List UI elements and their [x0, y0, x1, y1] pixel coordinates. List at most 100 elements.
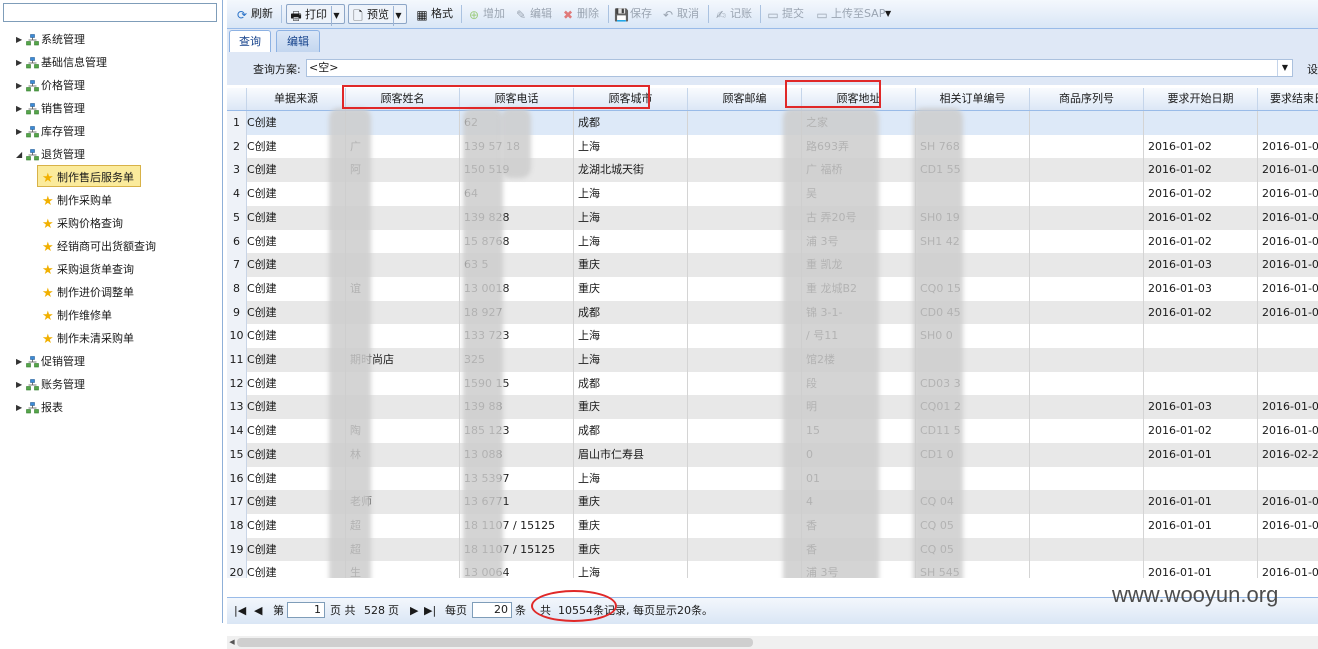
horizontal-scrollbar[interactable]: ◀: [227, 636, 1318, 649]
scrollbar-thumb[interactable]: [237, 638, 753, 647]
table-row[interactable]: 9C创建18 927成都锦 3-1-CD0 452016-01-022016-0…: [227, 300, 1318, 325]
next-page-icon[interactable]: ▶: [410, 604, 418, 618]
table-row[interactable]: 4C创建64上海吴2016-01-022016-01-03: [227, 182, 1318, 207]
collapsed-arrow-icon[interactable]: ▶: [16, 122, 24, 142]
table-cell: 2016-01-05: [1258, 135, 1318, 159]
table-row[interactable]: 12C创建1590 15成都段CD03 3: [227, 371, 1318, 396]
preview-button[interactable]: 🗋 预览 ▼: [348, 4, 407, 26]
query-scheme-select[interactable]: <空> ▼: [306, 59, 1293, 77]
table-row[interactable]: 16C创建13 5397上海01: [227, 466, 1318, 491]
chevron-down-icon[interactable]: ▼: [392, 6, 404, 26]
tree-leaf[interactable]: ★ 制作进价调整单: [0, 283, 222, 306]
query-settings-button[interactable]: 设: [1307, 61, 1318, 77]
table-row[interactable]: 15C创建林13 088眉山市仁寿县0CD1 02016-01-012016-0…: [227, 442, 1318, 467]
print-button[interactable]: 🖶 打印 ▼: [286, 4, 345, 26]
tree-node[interactable]: ▶ 系统管理: [0, 30, 222, 53]
tree-leaf-label: 采购价格查询: [57, 217, 123, 230]
table-row[interactable]: 2C创建广139 57 18上海路693弄SH 7682016-01-02201…: [227, 134, 1318, 159]
collapsed-arrow-icon[interactable]: ▶: [16, 99, 24, 119]
column-header[interactable]: 要求开始日期: [1144, 88, 1258, 110]
delete-button[interactable]: ✖ 删除: [561, 4, 599, 24]
tree-leaf[interactable]: ★ 制作未清采购单: [0, 329, 222, 352]
table-cell: 2016-01-04: [1258, 301, 1318, 325]
table-cell: 龙湖北城天街: [574, 158, 688, 183]
table-cell: [1144, 324, 1258, 349]
add-button[interactable]: ⊕ 增加: [467, 4, 505, 24]
collapsed-arrow-icon[interactable]: ▶: [16, 53, 24, 73]
expanded-arrow-icon[interactable]: ◢: [16, 145, 24, 165]
table-row[interactable]: 11C创建期时尚店325上海馆2楼: [227, 348, 1318, 372]
tree-leaf[interactable]: ★ 制作采购单: [0, 191, 222, 214]
tree-leaf[interactable]: ★ 制作售后服务单: [0, 165, 222, 191]
collapsed-arrow-icon[interactable]: ▶: [16, 76, 24, 96]
prev-page-icon[interactable]: ◀: [254, 604, 262, 618]
table-row[interactable]: 6C创建15 8768上海浦 3号SH1 422016-01-022016-01…: [227, 229, 1318, 254]
column-header[interactable]: 顾客邮编: [688, 88, 802, 110]
tree-leaf[interactable]: ★ 经销商可出货额查询: [0, 237, 222, 260]
tree-node[interactable]: ▶ 基础信息管理: [0, 53, 222, 76]
scroll-left-icon[interactable]: ◀: [227, 636, 237, 649]
refresh-button[interactable]: ⟳ 刷新: [235, 4, 273, 24]
row-number: 2: [227, 134, 247, 159]
table-row[interactable]: 13C创建139 88重庆明CQ01 22016-01-032016-01-09: [227, 395, 1318, 420]
table-row[interactable]: 20C创建生13 0064上海浦 3号SH 5452016-01-012016-…: [227, 561, 1318, 578]
column-header[interactable]: 顾客电话: [460, 88, 574, 110]
upload-sap-button[interactable]: ▭ 上传至SAP: [815, 4, 885, 24]
cancel-button[interactable]: ↶ 取消: [661, 4, 699, 24]
chevron-down-icon[interactable]: ▼: [1277, 60, 1292, 76]
table-row[interactable]: 7C创建63 5重庆重 凯龙2016-01-032016-01-03: [227, 253, 1318, 278]
tree-node[interactable]: ▶ 库存管理: [0, 122, 222, 145]
column-header[interactable]: 相关订单编号: [916, 88, 1030, 110]
collapsed-arrow-icon[interactable]: ▶: [16, 375, 24, 395]
table-row[interactable]: 8C创建谊13 0018重庆重 龙城B2CQ0 152016-01-032016…: [227, 276, 1318, 301]
table-cell: 2016-01-02: [1144, 300, 1258, 325]
column-header[interactable]: 顾客地址: [802, 88, 916, 110]
table-cell: 眉山市仁寿县: [574, 442, 688, 467]
column-header[interactable]: 顾客姓名: [346, 88, 460, 110]
save-button[interactable]: 💾保存: [614, 4, 652, 24]
collapsed-arrow-icon[interactable]: ▶: [16, 398, 24, 418]
table-row[interactable]: 10C创建133 723上海/ 号11SH0 0: [227, 324, 1318, 349]
collapsed-arrow-icon[interactable]: ▶: [16, 30, 24, 50]
page-number-input[interactable]: 1: [287, 602, 325, 618]
tree-leaf[interactable]: ★ 制作维修单: [0, 306, 222, 329]
table-cell: [1030, 513, 1144, 538]
page-size-input[interactable]: 20: [472, 602, 512, 618]
table-row[interactable]: 5C创建139 828上海古 弄20号SH0 192016-01-022016-…: [227, 205, 1318, 230]
table-cell: [1258, 372, 1318, 396]
tree-node-label: 退货管理: [41, 148, 85, 161]
format-button[interactable]: ▦ 格式: [415, 4, 453, 24]
table-row[interactable]: 17C创建老师13 6771重庆4CQ 042016-01-012016-01-…: [227, 490, 1318, 515]
table-row[interactable]: 1C创建62成都之家: [227, 111, 1318, 135]
tree-node[interactable]: ▶ 促销管理: [0, 352, 222, 375]
column-header[interactable]: 单据来源: [247, 88, 346, 110]
column-header[interactable]: 要求结束日: [1258, 88, 1318, 110]
tree-node[interactable]: ▶ 销售管理: [0, 99, 222, 122]
first-page-icon[interactable]: |◀: [234, 604, 246, 618]
tree-leaf[interactable]: ★ 采购退货单查询: [0, 260, 222, 283]
post-button[interactable]: ✍ 记账: [714, 4, 752, 24]
toolbar-overflow-icon[interactable]: ▼: [885, 4, 891, 24]
tab-query[interactable]: 查询: [229, 30, 271, 52]
edit-button[interactable]: ✎ 编辑: [514, 4, 552, 24]
last-page-icon[interactable]: ▶|: [424, 604, 436, 618]
submit-button[interactable]: ▭ 提交: [766, 4, 804, 24]
table-row[interactable]: 18C创建超18 1107 / 15125重庆香CQ 052016-01-012…: [227, 513, 1318, 538]
table-row[interactable]: 3C创建阿150 519龙湖北城天街广 福桥CD1 552016-01-0220…: [227, 158, 1318, 183]
tree-leaf[interactable]: ★ 采购价格查询: [0, 214, 222, 237]
tree-node[interactable]: ▶ 报表: [0, 398, 222, 421]
table-cell: [1030, 205, 1144, 230]
collapsed-arrow-icon[interactable]: ▶: [16, 352, 24, 372]
table-cell: 重庆: [574, 513, 688, 538]
table-cell: 2016-01-08: [1258, 561, 1318, 578]
column-header[interactable]: 顾客城市: [574, 88, 688, 110]
column-header[interactable]: 商品序列号: [1030, 88, 1144, 110]
tree-node[interactable]: ▶ 价格管理: [0, 76, 222, 99]
tree-search-input[interactable]: [3, 3, 217, 22]
table-cell: [1144, 111, 1258, 135]
table-row[interactable]: 14C创建陶185 123成都15CD11 52016-01-022016-01…: [227, 419, 1318, 444]
table-row[interactable]: 19C创建超18 1107 / 15125重庆香CQ 05: [227, 537, 1318, 562]
tab-edit[interactable]: 编辑: [276, 30, 320, 52]
tree-node[interactable]: ▶ 账务管理: [0, 375, 222, 398]
chevron-down-icon[interactable]: ▼: [330, 6, 342, 26]
